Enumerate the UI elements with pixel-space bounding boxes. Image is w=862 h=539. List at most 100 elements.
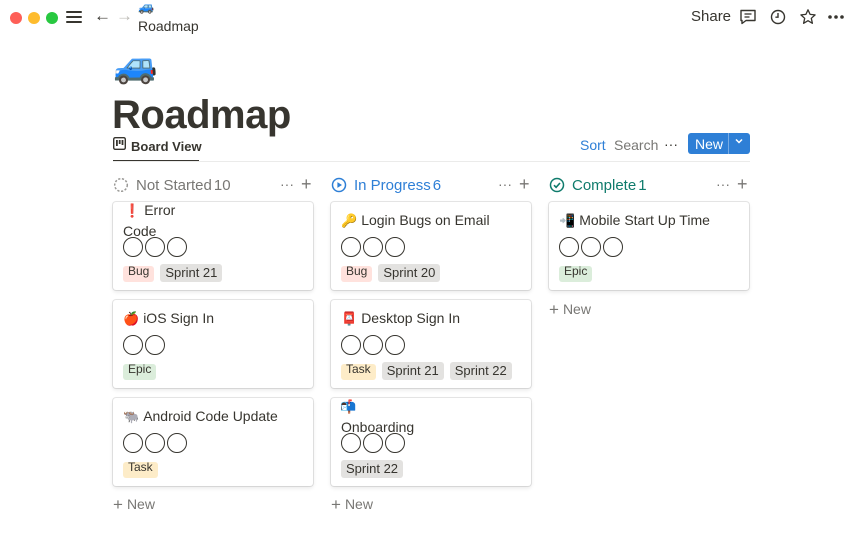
sort-button[interactable]: Sort — [580, 136, 606, 154]
column-count: 6 — [432, 177, 442, 194]
add-new-card-button[interactable]: + New — [113, 495, 155, 514]
avatar-group — [341, 237, 405, 259]
tag-bug: Bug — [123, 266, 155, 282]
tag-sprint: Sprint 21 — [160, 264, 223, 282]
tag-bug: Bug — [341, 266, 373, 282]
column-more-button[interactable]: ··· — [280, 176, 294, 192]
column-count: 10 — [213, 177, 231, 194]
tag-sprint: Sprint 20 — [378, 264, 441, 282]
clock-icon[interactable] — [768, 7, 788, 27]
card[interactable]: 📮 Desktop Sign In Task Sprint 21 Sprint 2… — [331, 300, 531, 388]
new-button-label: New — [695, 135, 724, 152]
column-header-in-progress[interactable]: In Progress 6 ··· + — [331, 174, 533, 197]
avatar[interactable] — [385, 335, 405, 355]
avatar-group — [123, 335, 165, 357]
column-add-button[interactable]: + — [519, 174, 530, 194]
tag-epic: Epic — [123, 364, 157, 380]
avatar[interactable] — [341, 335, 361, 355]
view-more-button[interactable]: ··· — [664, 135, 678, 153]
card[interactable]: 🐃 Android Code Update Task — [113, 398, 313, 486]
card[interactable]: 📬 Onboarding Sprint 22 — [331, 398, 531, 486]
divider — [728, 133, 729, 154]
tag-sprint: Sprint 21 — [381, 362, 444, 380]
comment-icon[interactable] — [738, 7, 758, 27]
avatar[interactable] — [385, 237, 405, 257]
more-options-icon[interactable] — [826, 7, 846, 27]
column-more-button[interactable]: ··· — [498, 176, 512, 192]
chevron-down-icon[interactable] — [734, 136, 744, 149]
forward-arrow-icon[interactable]: → — [116, 6, 133, 26]
avatar[interactable] — [145, 237, 165, 257]
tag-epic: Epic — [559, 266, 593, 282]
board-icon — [112, 136, 127, 155]
column-title: Not Started 10 — [136, 177, 231, 194]
page-title[interactable]: Roadmap — [112, 92, 291, 138]
card-title: 🍎 iOS Sign In — [123, 310, 215, 326]
tag-list: Epic — [559, 266, 593, 282]
column-count: 1 — [638, 177, 647, 194]
card[interactable]: ❗ Error Code Bug Sprint 21 — [113, 202, 313, 290]
avatar-group — [559, 237, 623, 259]
tag-list: Task Sprint 21 Sprint 22 — [341, 362, 512, 380]
avatar[interactable] — [145, 335, 165, 355]
avatar[interactable] — [603, 237, 623, 257]
star-icon[interactable] — [798, 7, 818, 27]
avatar[interactable] — [123, 237, 143, 257]
column-title: Complete 1 — [572, 177, 647, 194]
menu-icon[interactable] — [66, 9, 82, 25]
card[interactable]: 🍎 iOS Sign In Epic — [113, 300, 313, 388]
avatar[interactable] — [167, 237, 187, 257]
window-toolbar: ← → 🚙 Roadmap Share — [0, 0, 862, 36]
share-button[interactable]: Share — [691, 8, 731, 26]
breadcrumb-emoji[interactable]: 🚙 — [138, 0, 154, 15]
minimize-window-button[interactable] — [28, 12, 40, 24]
add-new-card-button[interactable]: + New — [549, 300, 591, 319]
card-title: 🔑 Login Bugs on Email — [341, 212, 490, 228]
avatar[interactable] — [123, 433, 143, 453]
avatar[interactable] — [581, 237, 601, 257]
tag-list: Bug Sprint 20 — [341, 264, 441, 282]
avatar[interactable] — [145, 433, 165, 453]
new-button[interactable]: New — [688, 133, 750, 154]
tag-sprint: Sprint 22 — [449, 362, 512, 380]
card[interactable]: 📲 Mobile Start Up Time Epic — [549, 202, 749, 290]
avatar-group — [123, 433, 187, 455]
avatar[interactable] — [167, 433, 187, 453]
maximize-window-button[interactable] — [46, 12, 58, 24]
card[interactable]: 🔑 Login Bugs on Email Bug Sprint 20 — [331, 202, 531, 290]
close-window-button[interactable] — [10, 12, 22, 24]
avatar[interactable] — [341, 433, 361, 453]
tag-list: Sprint 22 — [341, 460, 404, 478]
column-header-not-started[interactable]: Not Started 10 ··· + — [113, 174, 315, 197]
card-title: 📬 Onboarding — [340, 399, 415, 435]
tag-task: Task — [123, 462, 158, 478]
avatar[interactable] — [559, 237, 579, 257]
tag-list: Bug Sprint 21 — [123, 264, 223, 282]
avatar[interactable] — [385, 433, 405, 453]
card-title: ❗ Error Code — [123, 202, 176, 239]
board-view-tab[interactable]: Board View — [112, 135, 202, 157]
tag-list: Task — [123, 462, 158, 478]
column-add-button[interactable]: + — [737, 174, 748, 194]
board-view-label: Board View — [131, 138, 202, 154]
add-new-card-button[interactable]: + New — [331, 495, 373, 514]
divider — [113, 161, 750, 162]
tag-sprint: Sprint 22 — [341, 460, 404, 478]
avatar-group — [123, 237, 187, 259]
search-button[interactable]: Search — [614, 136, 658, 154]
back-arrow-icon[interactable]: ← — [94, 6, 111, 26]
avatar[interactable] — [341, 237, 361, 257]
avatar[interactable] — [363, 335, 383, 355]
column-add-button[interactable]: + — [301, 174, 312, 194]
avatar[interactable] — [363, 433, 383, 453]
breadcrumb-page[interactable]: Roadmap — [138, 17, 199, 35]
check-circle-icon — [549, 177, 565, 193]
page-icon[interactable]: 🚙 — [113, 44, 158, 86]
column-title: In Progress 6 — [354, 177, 442, 194]
column-header-complete[interactable]: Complete 1 ··· + — [549, 174, 751, 197]
avatar[interactable] — [123, 335, 143, 355]
card-title: 🐃 Android Code Update — [123, 408, 278, 424]
avatar-group — [341, 433, 405, 455]
column-more-button[interactable]: ··· — [716, 176, 730, 192]
avatar[interactable] — [363, 237, 383, 257]
